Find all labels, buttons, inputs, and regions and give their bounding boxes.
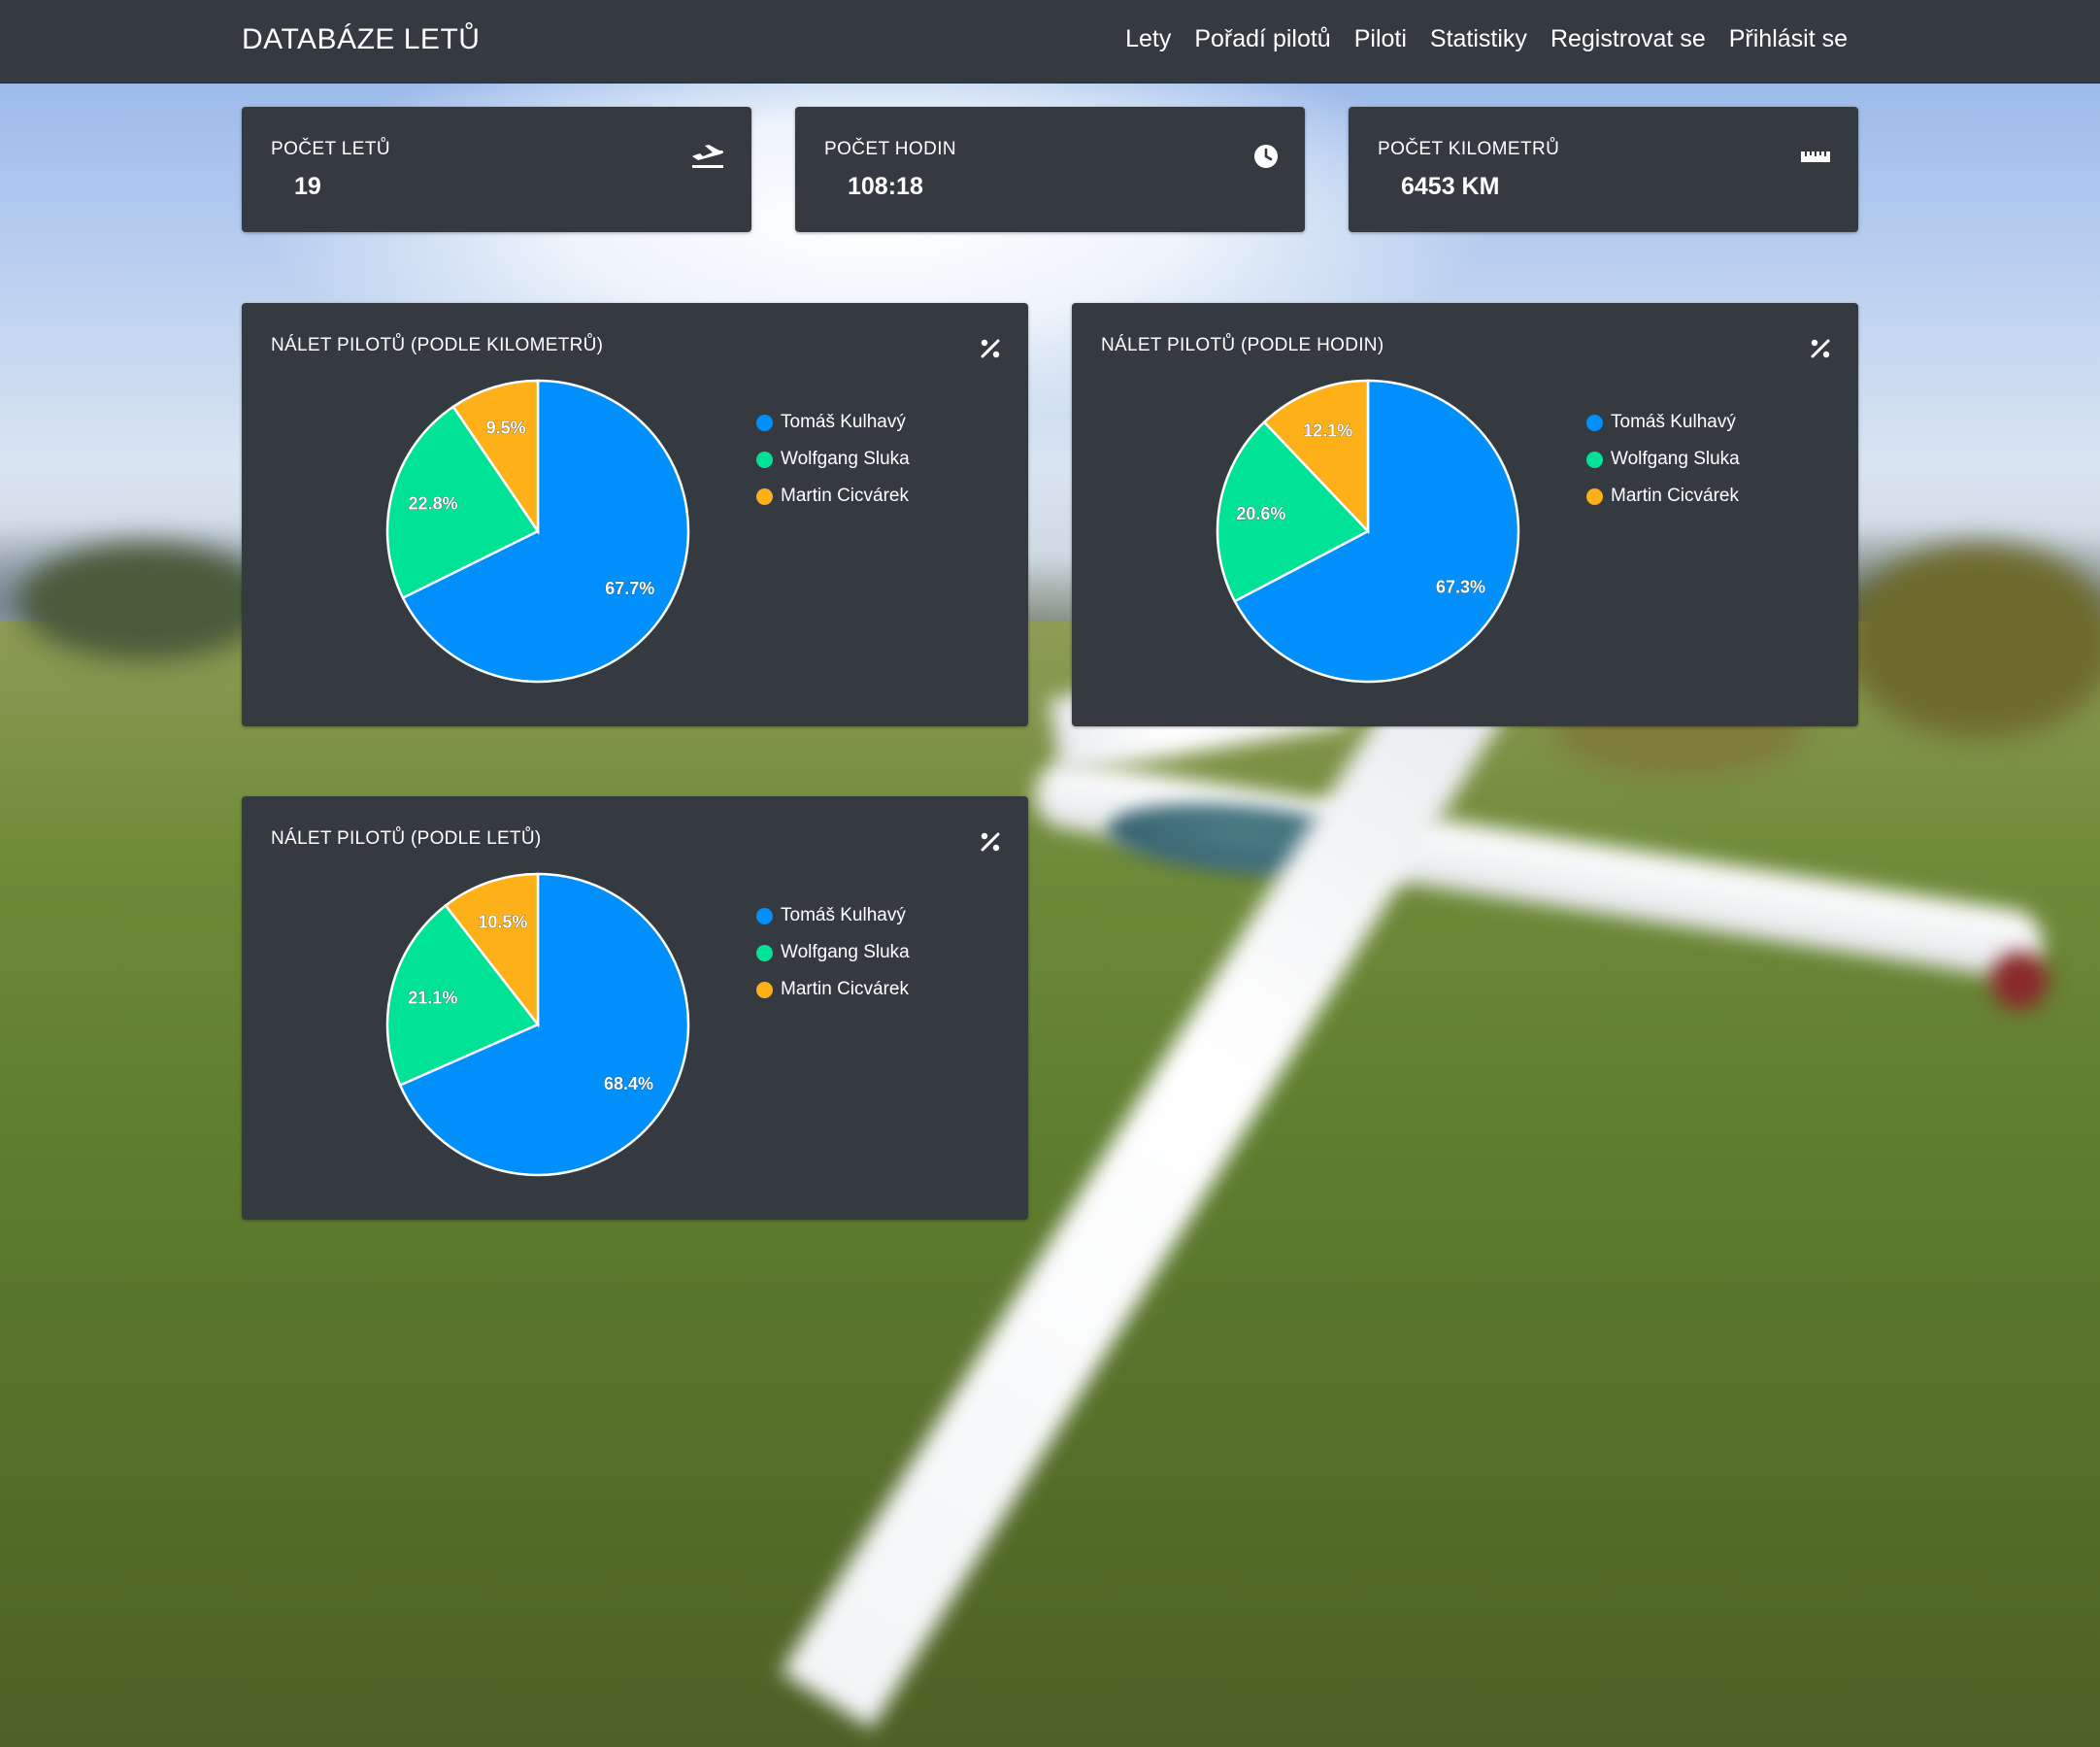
- legend-marker: [756, 487, 773, 505]
- chart-legend: Tomáš Kulhavý Wolfgang Sluka Martin Cicvár…: [756, 404, 910, 515]
- pie-slice-label: 22.8%: [409, 494, 458, 514]
- chart-title: NÁLET PILOTŮ (PODLE KILOMETRŮ): [271, 335, 604, 355]
- legend-marker: [756, 414, 773, 431]
- legend-marker: [756, 944, 773, 961]
- legend-label: Tomáš Kulhavý: [781, 905, 906, 925]
- stat-card-hours: POČET HODIN 108:18: [795, 107, 1305, 232]
- legend-label: Wolfgang Sluka: [781, 942, 910, 962]
- legend-item[interactable]: Tomáš Kulhavý: [1586, 404, 1740, 441]
- chart-card-flights: NÁLET PILOTŮ (PODLE LETŮ) 68.4% 21.1% 10.5…: [242, 796, 1028, 1220]
- pie-chart: 67.7% 22.8% 9.5%: [385, 379, 690, 684]
- stat-title: POČET KILOMETRŮ: [1378, 139, 1560, 159]
- legend-marker: [1586, 487, 1603, 505]
- stat-value: 108:18: [848, 173, 923, 200]
- legend-item[interactable]: Martin Cicvárek: [756, 478, 910, 515]
- stat-value: 6453 KM: [1401, 173, 1500, 200]
- legend-marker: [756, 907, 773, 924]
- legend-item[interactable]: Tomáš Kulhavý: [756, 897, 910, 934]
- legend-item[interactable]: Tomáš Kulhavý: [756, 404, 910, 441]
- pie-slice-label: 9.5%: [486, 418, 526, 437]
- nav-links: Lety Pořadí pilotů Piloti Statistiky Reg…: [1125, 25, 1848, 53]
- legend-label: Wolfgang Sluka: [781, 449, 910, 469]
- pie-slice-label: 67.7%: [605, 579, 654, 598]
- nav-link-statistiky[interactable]: Statistiky: [1430, 25, 1527, 53]
- stat-title: POČET LETŮ: [271, 139, 390, 159]
- legend-label: Wolfgang Sluka: [1611, 449, 1740, 469]
- stat-card-flights: POČET LETŮ 19: [242, 107, 751, 232]
- pie-slice-label: 10.5%: [478, 912, 527, 931]
- chart-card-kilometers: NÁLET PILOTŮ (PODLE KILOMETRŮ) 67.7% 22.8…: [242, 303, 1028, 726]
- nav-link-registrovat[interactable]: Registrovat se: [1550, 25, 1706, 53]
- pie-slice-label: 68.4%: [604, 1074, 653, 1093]
- legend-item[interactable]: Martin Cicvárek: [1586, 478, 1740, 515]
- legend-item[interactable]: Wolfgang Sluka: [1586, 441, 1740, 478]
- legend-marker: [756, 981, 773, 998]
- legend-label: Tomáš Kulhavý: [781, 412, 906, 432]
- brand-logo[interactable]: DATABÁZE LETŮ: [242, 23, 480, 56]
- stat-card-kilometers: POČET KILOMETRŮ 6453 KM: [1349, 107, 1858, 232]
- percent-icon[interactable]: [1810, 338, 1831, 359]
- chart-legend: Tomáš Kulhavý Wolfgang Sluka Martin Cicvár…: [756, 897, 910, 1008]
- plane-departure-icon: [692, 145, 723, 168]
- pie-slice-label: 21.1%: [408, 989, 457, 1008]
- legend-label: Tomáš Kulhavý: [1611, 412, 1736, 432]
- legend-label: Martin Cicvárek: [1611, 486, 1739, 506]
- legend-item[interactable]: Wolfgang Sluka: [756, 934, 910, 971]
- chart-title: NÁLET PILOTŮ (PODLE LETŮ): [271, 828, 542, 849]
- chart-legend: Tomáš Kulhavý Wolfgang Sluka Martin Cicvár…: [1586, 404, 1740, 515]
- pie-chart: 68.4% 21.1% 10.5%: [385, 872, 690, 1177]
- legend-label: Martin Cicvárek: [781, 979, 909, 999]
- legend-marker: [1586, 451, 1603, 468]
- pie-slice-label: 20.6%: [1236, 504, 1285, 523]
- nav-link-lety[interactable]: Lety: [1125, 25, 1171, 53]
- stat-title: POČET HODIN: [824, 139, 957, 159]
- legend-marker: [756, 451, 773, 468]
- percent-icon[interactable]: [980, 831, 1001, 853]
- clock-icon: [1254, 145, 1278, 168]
- stat-value: 19: [294, 173, 321, 200]
- pie-slice-label: 12.1%: [1303, 420, 1352, 440]
- nav-link-poradi-pilotu[interactable]: Pořadí pilotů: [1194, 25, 1330, 53]
- pie-chart: 67.3% 20.6% 12.1%: [1216, 379, 1520, 684]
- chart-card-hours: NÁLET PILOTŮ (PODLE HODIN) 67.3% 20.6% 12.…: [1072, 303, 1858, 726]
- nav-link-piloti[interactable]: Piloti: [1354, 25, 1407, 53]
- pie-slice-label: 67.3%: [1436, 578, 1485, 597]
- ruler-icon: [1801, 151, 1830, 162]
- legend-marker: [1586, 414, 1603, 431]
- legend-item[interactable]: Wolfgang Sluka: [756, 441, 910, 478]
- top-navbar: DATABÁZE LETŮ Lety Pořadí pilotů Piloti …: [0, 0, 2100, 84]
- chart-title: NÁLET PILOTŮ (PODLE HODIN): [1101, 335, 1384, 355]
- legend-item[interactable]: Martin Cicvárek: [756, 971, 910, 1008]
- legend-label: Martin Cicvárek: [781, 486, 909, 506]
- percent-icon[interactable]: [980, 338, 1001, 359]
- nav-link-prihlasit[interactable]: Přihlásit se: [1729, 25, 1848, 53]
